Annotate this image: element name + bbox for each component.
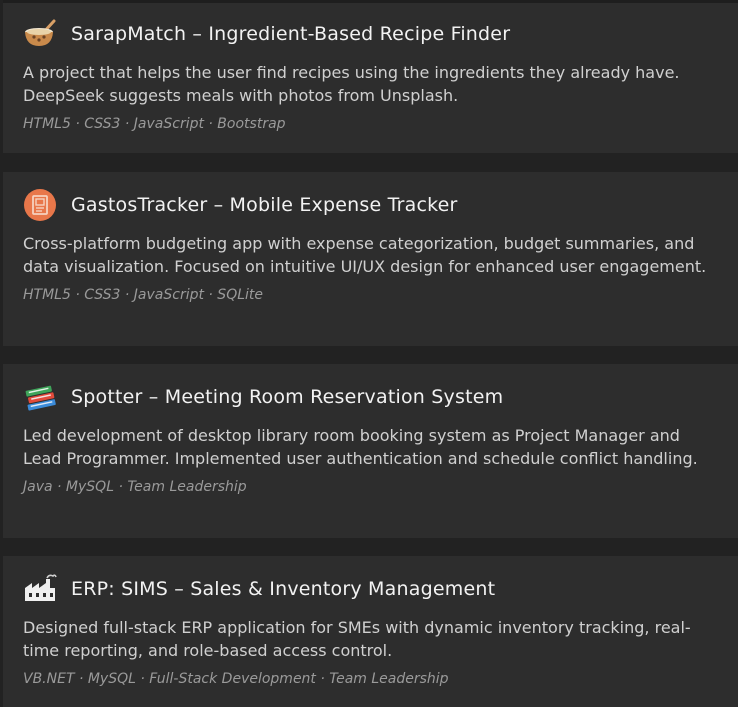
project-card-spotter: Spotter – Meeting Room Reservation Syste… (3, 364, 738, 538)
project-tech-stack: HTML5 · CSS3 · JavaScript · Bootstrap (23, 116, 286, 132)
project-card-sarapmatch: SarapMatch – Ingredient-Based Recipe Fin… (3, 0, 738, 153)
project-card-gastostracker: GastosTracker – Mobile Expense Tracker C… (3, 172, 738, 346)
project-header: SarapMatch – Ingredient-Based Recipe Fin… (23, 19, 718, 49)
project-title: SarapMatch – Ingredient-Based Recipe Fin… (71, 23, 511, 45)
project-title: ERP: SIMS – Sales & Inventory Management (71, 578, 496, 600)
project-header: GastosTracker – Mobile Expense Tracker (23, 189, 718, 221)
project-tech-stack: HTML5 · CSS3 · JavaScript · SQLite (23, 287, 264, 303)
project-tech-stack: VB.NET · MySQL · Full-Stack Development … (23, 671, 449, 687)
factory-icon (23, 574, 59, 604)
project-title: Spotter – Meeting Room Reservation Syste… (71, 386, 504, 408)
project-description: Designed full-stack ERP application for … (23, 618, 691, 660)
mixing-bowl-icon (23, 19, 59, 49)
project-description: Cross-platform budgeting app with expens… (23, 234, 707, 276)
project-description: A project that helps the user find recip… (23, 63, 680, 105)
receipt-app-icon (23, 189, 59, 221)
project-header: ERP: SIMS – Sales & Inventory Management (23, 574, 718, 604)
project-description: Led development of desktop library room … (23, 426, 698, 468)
project-card-erp-sims: ERP: SIMS – Sales & Inventory Management… (3, 556, 738, 707)
project-tech-stack: Java · MySQL · Team Leadership (23, 479, 247, 495)
project-header: Spotter – Meeting Room Reservation Syste… (23, 382, 718, 412)
project-list: SarapMatch – Ingredient-Based Recipe Fin… (0, 0, 738, 707)
books-icon (23, 382, 59, 412)
project-title: GastosTracker – Mobile Expense Tracker (71, 194, 458, 216)
